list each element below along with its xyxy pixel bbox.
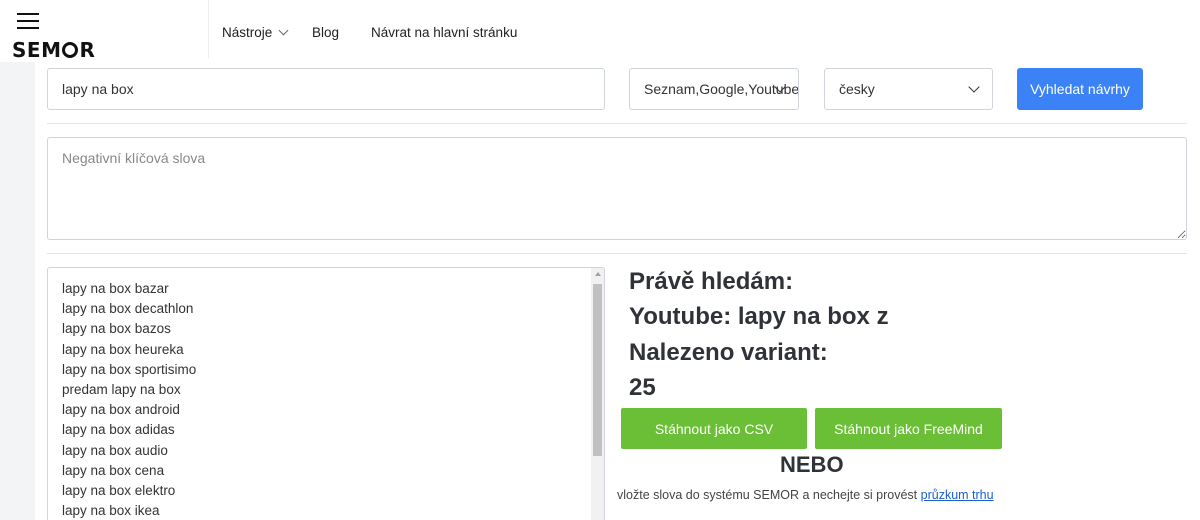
download-csv-button[interactable]: Stáhnout jako CSV <box>621 408 807 449</box>
found-label: Nalezeno variant: <box>629 339 828 366</box>
logo-suffix: R <box>79 38 96 62</box>
searching-label: Právě hledám: <box>629 268 794 295</box>
cta-text: vložte slova do systému SEMOR a nechejte… <box>617 487 994 503</box>
divider <box>47 123 1187 124</box>
nav-tools[interactable]: Nástroje <box>222 24 289 42</box>
result-item: lapy na box decathlon <box>62 301 194 317</box>
logo-o-ring-icon <box>62 42 79 58</box>
result-item: lapy na box bazos <box>62 321 171 337</box>
result-item: lapy na box heureka <box>62 341 184 357</box>
logo-prefix: SEM <box>12 38 62 62</box>
result-item: lapy na box sportisimo <box>62 361 197 377</box>
result-item: lapy na box adidas <box>62 422 175 438</box>
results-list[interactable]: lapy na box bazar lapy na box decathlon la… <box>47 267 605 520</box>
chevron-down-icon <box>278 25 289 36</box>
result-item: lapy na box ikea <box>62 503 160 519</box>
result-item: lapy na box android <box>62 402 180 418</box>
cta-text-label: vložte slova do systému SEMOR a nechejte… <box>617 488 918 502</box>
language-select[interactable]: česky <box>824 68 993 110</box>
nav-blog[interactable]: Blog <box>312 24 339 42</box>
sources-select[interactable]: Seznam,Google,Youtube <box>629 68 799 110</box>
nav-home[interactable]: Návrat na hlavní stránku <box>371 24 517 42</box>
result-item: lapy na box elektro <box>62 482 176 498</box>
current-query: Youtube: lapy na box z <box>629 303 889 330</box>
keyword-input[interactable] <box>47 68 605 110</box>
result-item: lapy na box bazar <box>62 281 169 296</box>
language-select-value: česky <box>839 81 875 97</box>
chevron-down-icon <box>968 81 980 93</box>
semor-logo[interactable]: SEM R <box>12 39 95 61</box>
header-divider <box>208 0 209 58</box>
found-count: 25 <box>629 374 656 401</box>
hamburger-menu-icon[interactable] <box>17 12 39 32</box>
market-research-link[interactable]: průzkum trhu <box>921 488 994 502</box>
or-label: NEBO <box>780 452 844 477</box>
result-item: predam lapy na box <box>62 381 181 397</box>
negative-keywords-textarea[interactable] <box>47 137 1187 240</box>
nav-tools-label: Nástroje <box>222 25 273 40</box>
left-sidebar-strip <box>0 62 35 520</box>
search-suggestions-button[interactable]: Vyhledat návrhy <box>1017 68 1143 110</box>
download-freemind-button[interactable]: Stáhnout jako FreeMind <box>815 408 1002 449</box>
result-item: lapy na box audio <box>62 442 168 458</box>
results-scrollbar[interactable] <box>591 268 604 520</box>
results-items: lapy na box bazar lapy na box decathlon la… <box>48 268 604 520</box>
divider <box>47 253 1187 254</box>
result-item: lapy na box cena <box>62 462 165 478</box>
scroll-up-arrow-icon[interactable] <box>595 272 601 276</box>
scroll-thumb[interactable] <box>593 284 602 456</box>
